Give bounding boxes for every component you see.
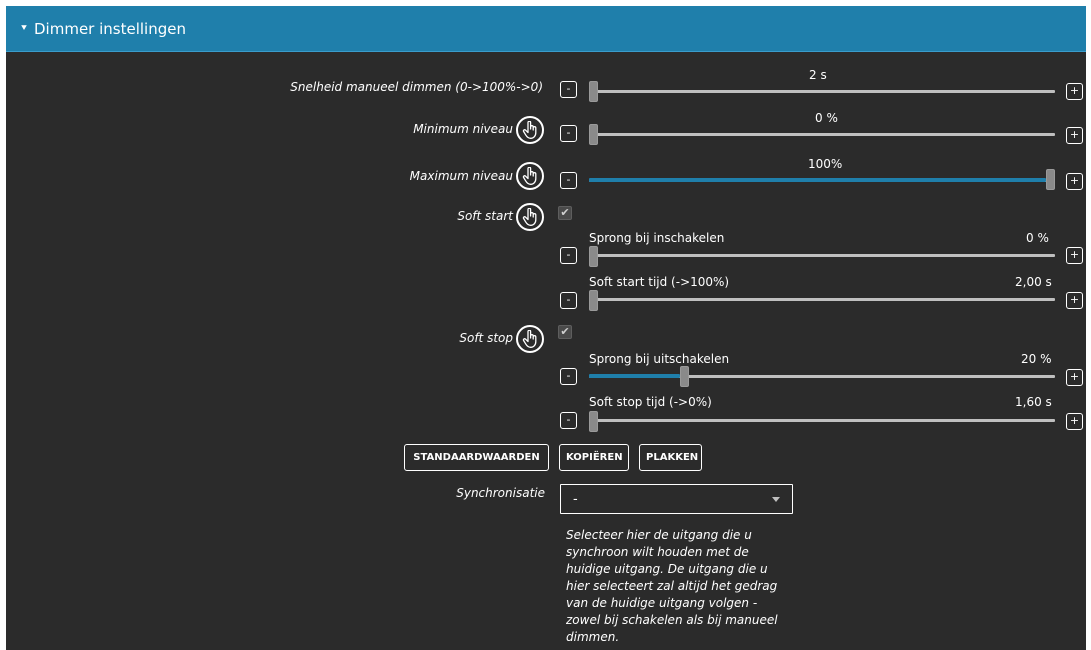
soft-start-time-minus-button[interactable]: - xyxy=(560,292,577,309)
max-level-label: Maximum niveau xyxy=(409,169,513,183)
sync-selected-value: - xyxy=(573,492,578,507)
max-level-plus-button[interactable]: + xyxy=(1066,173,1083,190)
soft-start-jump-value: 0 % xyxy=(1026,231,1049,245)
manual-speed-slider-thumb[interactable] xyxy=(589,81,598,102)
min-level-track[interactable] xyxy=(589,133,1055,136)
section-header[interactable]: ⯆ Dimmer instellingen xyxy=(6,6,1086,52)
manual-speed-plus-button[interactable]: + xyxy=(1066,83,1083,100)
soft-stop-label: Soft stop xyxy=(459,331,513,345)
hand-pointer-icon[interactable] xyxy=(516,325,544,353)
max-level-slider-thumb[interactable] xyxy=(1046,169,1055,190)
soft-stop-jump-value: 20 % xyxy=(1021,352,1052,366)
soft-stop-checkbox[interactable]: ✔ xyxy=(558,325,572,339)
soft-stop-jump-label: Sprong bij uitschakelen xyxy=(589,352,730,366)
dropdown-arrow-icon xyxy=(772,497,780,502)
soft-start-time-label: Soft start tijd (->100%) xyxy=(589,275,730,289)
hand-pointer-icon[interactable] xyxy=(516,203,544,231)
soft-start-checkbox[interactable]: ✔ xyxy=(558,206,572,220)
chevron-down-icon: ⯆ xyxy=(20,23,28,34)
soft-start-label: Soft start xyxy=(457,209,513,223)
soft-stop-time-minus-button[interactable]: - xyxy=(560,412,577,429)
soft-start-jump-label: Sprong bij inschakelen xyxy=(589,231,725,245)
max-level-fill xyxy=(589,178,1046,182)
soft-start-time-track[interactable] xyxy=(589,298,1055,301)
soft-stop-time-label: Soft stop tijd (->0%) xyxy=(589,395,712,409)
soft-start-jump-minus-button[interactable]: - xyxy=(560,247,577,264)
max-level-minus-button[interactable]: - xyxy=(560,172,577,189)
soft-start-jump-track[interactable] xyxy=(589,254,1055,257)
soft-start-jump-plus-button[interactable]: + xyxy=(1066,247,1083,264)
hand-pointer-icon[interactable] xyxy=(516,162,544,190)
soft-start-time-value: 2,00 s xyxy=(1015,275,1052,289)
soft-stop-time-value: 1,60 s xyxy=(1015,395,1052,409)
min-level-minus-button[interactable]: - xyxy=(560,125,577,142)
manual-speed-track[interactable] xyxy=(589,90,1055,93)
sync-help-text: Selecteer hier de uitgang die u synchroo… xyxy=(566,528,778,644)
soft-stop-time-slider-thumb[interactable] xyxy=(589,411,598,432)
manual-speed-value: 2 s xyxy=(809,68,827,82)
manual-speed-label: Snelheid manueel dimmen (0->100%->0) xyxy=(290,80,543,94)
soft-start-time-plus-button[interactable]: + xyxy=(1066,292,1083,309)
min-level-plus-button[interactable]: + xyxy=(1066,127,1083,144)
soft-start-jump-slider-thumb[interactable] xyxy=(589,246,598,267)
min-level-label: Minimum niveau xyxy=(413,122,513,136)
soft-stop-time-plus-button[interactable]: + xyxy=(1066,413,1083,430)
section-title: Dimmer instellingen xyxy=(34,19,186,38)
soft-stop-time-track[interactable] xyxy=(589,419,1055,422)
soft-stop-jump-fill xyxy=(589,374,681,378)
copy-button[interactable]: KOPIËREN xyxy=(559,444,629,471)
soft-stop-jump-minus-button[interactable]: - xyxy=(560,368,577,385)
min-level-value: 0 % xyxy=(815,111,838,125)
max-level-value: 100% xyxy=(808,157,843,171)
hand-pointer-icon[interactable] xyxy=(516,116,544,144)
sync-label: Synchronisatie xyxy=(456,486,545,500)
min-level-slider-thumb[interactable] xyxy=(589,124,598,145)
soft-stop-jump-plus-button[interactable]: + xyxy=(1066,369,1083,386)
sync-dropdown[interactable]: - xyxy=(560,484,793,514)
settings-panel xyxy=(6,6,1086,650)
paste-button[interactable]: PLAKKEN xyxy=(639,444,702,471)
soft-stop-jump-slider-thumb[interactable] xyxy=(680,366,690,387)
defaults-button[interactable]: STANDAARDWAARDEN xyxy=(404,444,549,471)
soft-start-time-slider-thumb[interactable] xyxy=(589,290,598,311)
manual-speed-minus-button[interactable]: - xyxy=(560,81,577,98)
